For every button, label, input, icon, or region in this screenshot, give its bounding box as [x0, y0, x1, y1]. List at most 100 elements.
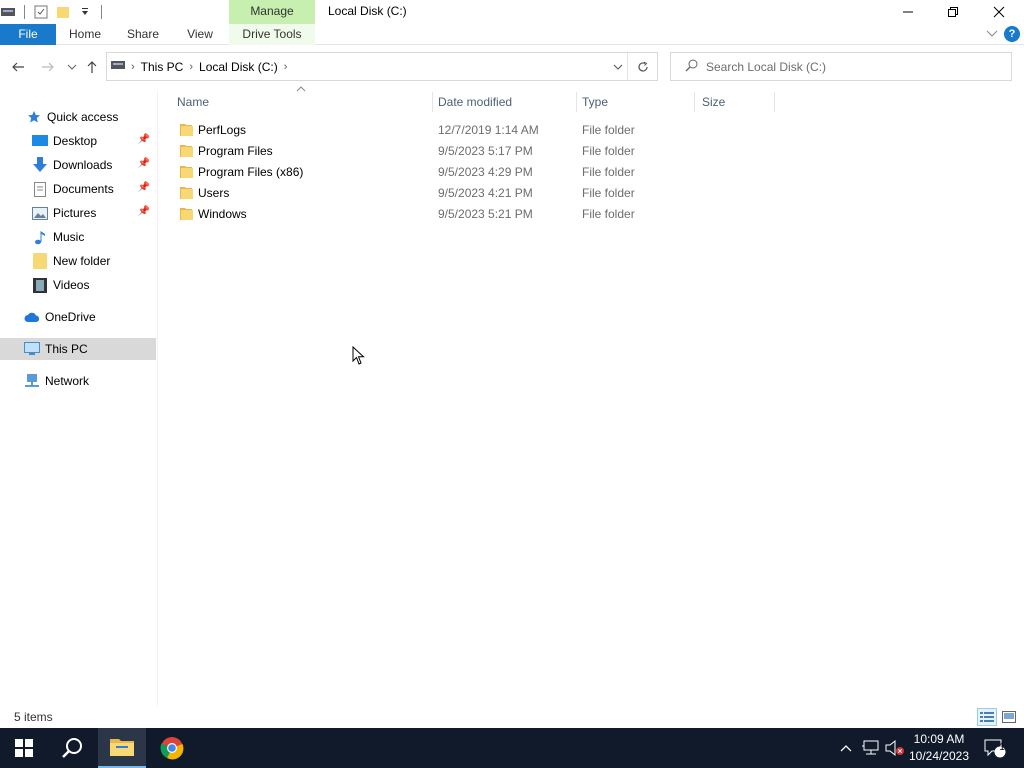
cloud-icon — [24, 309, 40, 325]
tab-drive-tools[interactable]: Drive Tools — [229, 24, 315, 45]
large-icons-view-icon — [1002, 711, 1016, 723]
nav-this-pc[interactable]: This PC — [0, 338, 156, 360]
nav-network[interactable]: Network — [0, 370, 156, 392]
file-name: Windows — [198, 207, 247, 221]
network-tray-button[interactable] — [860, 728, 882, 768]
nav-quick-access[interactable]: Quick access — [0, 106, 156, 128]
breadcrumb-chevron-icon[interactable]: › — [284, 61, 288, 73]
file-date: 9/5/2023 4:29 PM — [438, 165, 533, 179]
nav-label: Documents — [53, 182, 114, 196]
nav-pictures[interactable]: Pictures 📌 — [0, 202, 156, 224]
chrome-taskbar-button[interactable] — [148, 728, 196, 768]
file-explorer-icon — [110, 739, 134, 756]
tab-view[interactable]: View — [178, 24, 222, 45]
star-icon — [26, 109, 42, 125]
nav-videos[interactable]: Videos — [0, 274, 156, 296]
forward-arrow-icon — [42, 62, 54, 72]
network-status-icon — [862, 740, 879, 755]
breadcrumb-chevron-icon[interactable]: › — [189, 61, 193, 73]
toolbar-separator — [101, 5, 102, 19]
chevron-up-icon — [840, 745, 852, 752]
action-center-button[interactable]: 1 — [980, 728, 1010, 768]
folder-icon — [180, 166, 193, 178]
tab-manage[interactable]: Manage — [229, 0, 315, 24]
tab-file[interactable]: File — [0, 24, 56, 45]
file-name: Program Files (x86) — [198, 165, 304, 179]
up-button[interactable] — [82, 56, 102, 78]
file-row[interactable]: Windows 9/5/2023 5:21 PM File folder — [170, 204, 780, 225]
column-separator[interactable] — [694, 92, 695, 112]
folder-icon — [180, 145, 193, 157]
tab-home[interactable]: Home — [62, 24, 108, 45]
desktop-icon — [32, 133, 48, 149]
column-header-date[interactable]: Date modified — [438, 90, 576, 114]
close-icon — [993, 6, 1005, 18]
refresh-icon — [637, 61, 648, 72]
nav-new-folder[interactable]: New folder — [0, 250, 156, 272]
network-icon — [24, 373, 40, 389]
nav-onedrive[interactable]: OneDrive — [0, 306, 156, 328]
music-note-icon — [32, 229, 48, 245]
breadcrumb-local-disk[interactable]: Local Disk (C:) — [199, 60, 278, 74]
file-list: Name Date modified Type Size PerfLogs 12… — [170, 86, 1020, 690]
file-row[interactable]: Program Files 9/5/2023 5:17 PM File fold… — [170, 141, 780, 162]
toolbar-separator — [24, 5, 25, 19]
search-box[interactable]: Search Local Disk (C:) — [670, 52, 1012, 81]
file-row[interactable]: PerfLogs 12/7/2019 1:14 AM File folder — [170, 120, 780, 141]
this-pc-icon — [111, 59, 125, 74]
nav-desktop[interactable]: Desktop 📌 — [0, 130, 156, 152]
computer-icon — [24, 341, 40, 357]
refresh-button[interactable] — [627, 53, 657, 80]
system-clock[interactable]: 10:09 AM 10/24/2023 — [904, 731, 974, 765]
restore-icon — [948, 7, 958, 17]
recent-locations-button[interactable] — [62, 56, 82, 78]
breadcrumb-chevron-icon[interactable]: › — [131, 61, 135, 73]
nav-music[interactable]: Music — [0, 226, 156, 248]
nav-label: Downloads — [53, 158, 113, 172]
address-dropdown-icon[interactable] — [613, 60, 623, 74]
file-type: File folder — [582, 207, 635, 221]
large-icons-view-button[interactable] — [999, 708, 1019, 726]
customize-toolbar-icon[interactable] — [77, 4, 93, 20]
details-view-button[interactable] — [977, 708, 997, 726]
start-button[interactable] — [0, 728, 48, 768]
help-icon[interactable]: ? — [1004, 26, 1020, 42]
file-explorer-taskbar-button[interactable] — [98, 728, 146, 768]
show-hidden-icons-button[interactable] — [836, 728, 856, 768]
expand-ribbon-icon[interactable] — [986, 27, 998, 41]
search-taskbar-button[interactable] — [48, 728, 96, 768]
nav-label: Videos — [53, 278, 90, 292]
nav-label: Network — [45, 374, 90, 388]
ribbon-controls: ? — [986, 26, 1020, 42]
nav-documents[interactable]: Documents 📌 — [0, 178, 156, 200]
file-row[interactable]: Program Files (x86) 9/5/2023 4:29 PM Fil… — [170, 162, 780, 183]
column-header-size[interactable]: Size — [702, 90, 774, 114]
close-button[interactable] — [976, 0, 1022, 24]
properties-icon[interactable] — [33, 4, 49, 20]
mouse-cursor-icon — [352, 346, 365, 365]
volume-tray-button[interactable] — [884, 728, 906, 768]
new-folder-icon[interactable] — [55, 4, 71, 20]
column-separator[interactable] — [432, 92, 433, 112]
windows-logo-icon — [15, 739, 33, 757]
breadcrumb-this-pc[interactable]: This PC — [141, 60, 184, 74]
pane-divider[interactable] — [157, 90, 158, 706]
nav-downloads[interactable]: Downloads 📌 — [0, 154, 156, 176]
column-header-name[interactable]: Name — [177, 90, 432, 114]
file-date: 12/7/2019 1:14 AM — [438, 123, 539, 137]
column-separator[interactable] — [576, 92, 577, 112]
file-row[interactable]: Users 9/5/2023 4:21 PM File folder — [170, 183, 780, 204]
tab-share[interactable]: Share — [120, 24, 166, 45]
column-separator[interactable] — [774, 92, 775, 112]
column-header-type[interactable]: Type — [582, 90, 694, 114]
address-bar[interactable]: › This PC › Local Disk (C:) › — [106, 52, 658, 81]
back-button[interactable] — [8, 56, 28, 78]
minimize-button[interactable] — [885, 0, 931, 24]
window-icon[interactable] — [0, 4, 16, 20]
navigation-pane: Quick access Desktop 📌 Downloads 📌 Docum… — [0, 90, 157, 706]
file-type: File folder — [582, 144, 635, 158]
notification-badge: 1 — [999, 742, 1005, 753]
file-type: File folder — [582, 165, 635, 179]
forward-button[interactable] — [38, 56, 58, 78]
restore-button[interactable] — [930, 0, 976, 24]
